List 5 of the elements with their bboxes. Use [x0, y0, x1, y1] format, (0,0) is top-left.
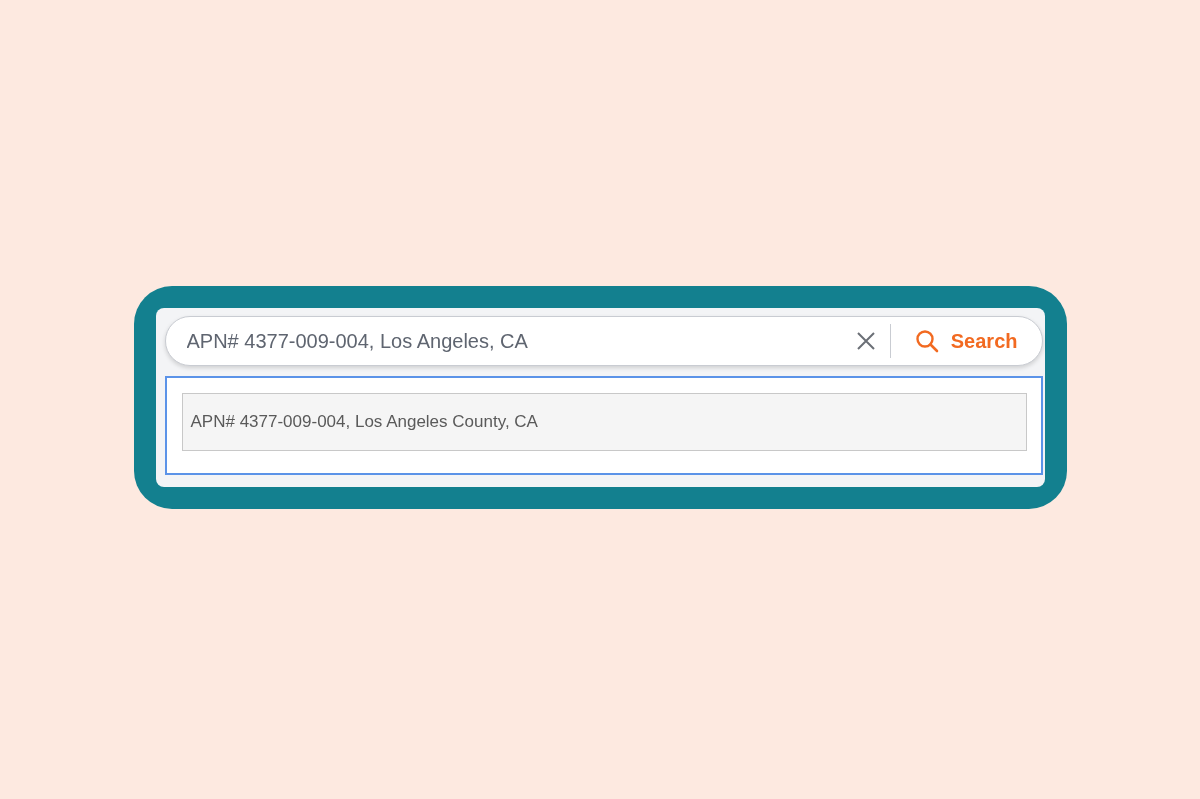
suggestion-item[interactable]: APN# 4377-009-004, Los Angeles County, CA	[181, 393, 1027, 451]
search-icon	[914, 329, 939, 353]
search-button[interactable]: Search	[914, 318, 1042, 364]
clear-icon[interactable]	[855, 331, 876, 351]
search-field[interactable]: APN# 4377-009-004, Los Angeles, CA Search	[164, 316, 1043, 366]
